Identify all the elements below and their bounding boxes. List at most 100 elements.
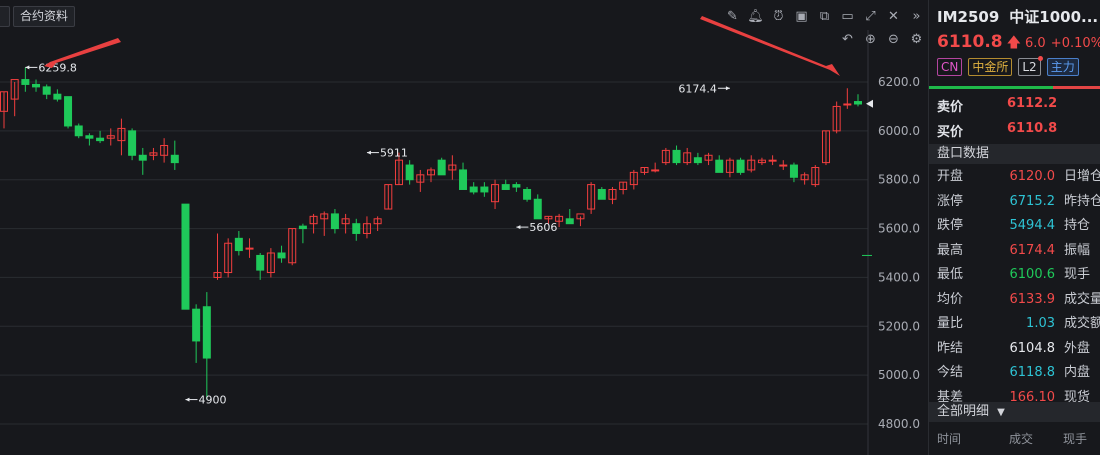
- quote-panel: IM2509 中证1000... 6110.8 🡅 6.0 +0.10% CN 中金所…: [928, 0, 1100, 455]
- candle-body: [459, 169, 468, 190]
- candle-body: [523, 188, 532, 200]
- buy-label: 买价: [937, 125, 964, 140]
- quote-label-2: 现手: [1064, 267, 1091, 282]
- tag-main[interactable]: 主力: [1046, 58, 1079, 76]
- candle-body: [128, 130, 137, 156]
- detail-col-trade: 成交: [1009, 432, 1034, 446]
- symbol-code: IM2509: [937, 8, 1000, 26]
- y-tick-label: 5600.0: [878, 222, 920, 236]
- candle-body: [330, 213, 339, 230]
- candle-body: [64, 96, 73, 127]
- candle-body: [170, 154, 179, 164]
- annotation-label: 5606: [529, 221, 557, 234]
- candle-body: [202, 306, 211, 359]
- candle-body: [32, 83, 41, 88]
- section-quote-title[interactable]: 盘口数据: [929, 144, 1100, 164]
- candle-body: [96, 137, 105, 142]
- quote-label: 今结: [937, 365, 964, 380]
- y-tick-label: 6000.0: [878, 124, 920, 138]
- kline-svg: 6200.0 6000.0 5800.0 5600.0 5400.0 5200.0 5000…: [0, 16, 920, 455]
- quote-row: 涨停 6715.2 昨持仓: [937, 190, 1100, 214]
- section-detail-title[interactable]: 全部明细 ▼: [929, 402, 1100, 422]
- candle-body: [138, 154, 147, 161]
- candle-body: [854, 101, 862, 105]
- candle-body: [779, 164, 788, 167]
- candle-body: [651, 169, 660, 172]
- caret-down-icon: ▼: [997, 407, 1005, 418]
- app-root: 合约资料 ✎ 🔔︎ ⏰︎ ▣ ⧉ ▭ ⤢ ✕ » ↶ ⊕ ⊖ ⚙︎ 6200.0…: [0, 0, 1100, 455]
- kline-chart-area[interactable]: 合约资料 ✎ 🔔︎ ⏰︎ ▣ ⧉ ▭ ⤢ ✕ » ↶ ⊕ ⊖ ⚙︎ 6200.0…: [0, 0, 928, 455]
- quote-value: 6104.8: [1009, 340, 1056, 356]
- annotation-arrowhead: [185, 397, 190, 402]
- candle-body: [85, 135, 94, 139]
- quote-value: 6100.6: [1009, 267, 1056, 282]
- last-price: 6110.8: [937, 32, 1003, 52]
- price-change-pct: +0.10%: [1050, 36, 1100, 51]
- y-tick-label: 6200.0: [878, 75, 920, 89]
- quote-row: 昨结 6104.8 外盘: [937, 337, 1100, 361]
- price-change: 6.0: [1025, 36, 1046, 51]
- candle-body: [533, 198, 542, 220]
- tag-cn[interactable]: CN: [937, 58, 963, 76]
- quote-label: 最高: [937, 242, 964, 258]
- candle-body: [352, 223, 361, 234]
- quote-label: 最低: [937, 267, 964, 282]
- quote-row: 今结 6118.8 内盘: [937, 361, 1100, 385]
- candle-body: [672, 149, 681, 164]
- annotation-label: 5911: [380, 147, 408, 160]
- annotation-label: 6259.8: [38, 61, 77, 74]
- candle-body: [437, 159, 446, 176]
- quote-label-2: 持仓: [1064, 218, 1091, 233]
- quote-value: 5494.4: [1009, 218, 1056, 233]
- quote-row: 开盘 6120.0 日增仓: [937, 165, 1100, 189]
- candle-body: [53, 93, 62, 100]
- candle-body: [501, 184, 510, 190]
- annotation-label: 6174.4: [678, 82, 717, 95]
- detail-col-time: 时间: [937, 432, 962, 446]
- red-arrow-left: [44, 38, 121, 68]
- candle-body: [597, 188, 606, 200]
- quote-label-2: 成交额: [1064, 316, 1100, 331]
- candle-body: [405, 164, 414, 181]
- candle-body: [565, 218, 574, 225]
- quote-label: 开盘: [937, 169, 964, 184]
- price-row: 6110.8 🡅 6.0 +0.10%: [937, 32, 1100, 56]
- y-tick-label: 5200.0: [878, 319, 920, 333]
- quote-row: 最高 6174.4 振幅: [937, 239, 1100, 263]
- quote-value: 1.03: [1026, 316, 1055, 331]
- candle-body: [298, 225, 307, 230]
- quote-label-2: 昨持仓: [1064, 193, 1100, 209]
- candle-body: [768, 159, 777, 162]
- candle-body: [480, 186, 489, 193]
- candle-body: [74, 125, 83, 137]
- sell-label: 卖价: [937, 100, 964, 115]
- quote-value: 6133.9: [1009, 291, 1056, 307]
- tag-l2[interactable]: L2: [1018, 56, 1043, 76]
- buy-price-row: 买价 6110.8: [937, 121, 1097, 143]
- y-tick-label: 5800.0: [878, 173, 920, 187]
- quote-label-2: 振幅: [1064, 242, 1091, 258]
- quote-row: 最低 6100.6 现手: [937, 263, 1100, 287]
- candle-body: [21, 79, 30, 85]
- candle-body: [693, 157, 702, 164]
- quote-value: 6174.4: [1009, 242, 1056, 258]
- candle-body: [736, 159, 745, 173]
- quote-value: 6118.8: [1009, 365, 1056, 380]
- quote-label: 跌停: [937, 218, 964, 233]
- quote-value: 6120.0: [1009, 169, 1056, 184]
- quote-row: 跌停 5494.4 持仓: [937, 214, 1100, 238]
- annotation-label: 4900: [198, 394, 226, 407]
- candle-body: [512, 184, 521, 188]
- sell-value: 6112.2: [1007, 96, 1058, 111]
- candle-body: [245, 247, 254, 250]
- tag-exchange[interactable]: 中金所: [968, 58, 1013, 76]
- quote-label: 涨停: [937, 193, 964, 209]
- buy-value: 6110.8: [1007, 121, 1058, 136]
- quote-row: 量比 1.03 成交额: [937, 312, 1100, 336]
- y-tick-label: 4800.0: [878, 417, 920, 431]
- sell-price-row: 卖价 6112.2: [937, 96, 1097, 118]
- candle-body: [789, 164, 798, 178]
- candle-body: [715, 159, 724, 173]
- symbol-header[interactable]: IM2509 中证1000...: [937, 6, 1098, 27]
- quote-label: 量比: [937, 316, 964, 331]
